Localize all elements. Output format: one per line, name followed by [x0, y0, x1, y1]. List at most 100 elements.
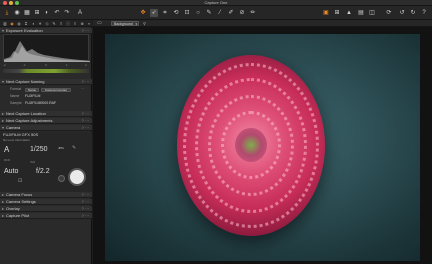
iso-value[interactable]: Auto — [4, 168, 18, 176]
main-toolbar: ⤓ ◉ ▦ ⊞ ◐ ↶ ↷ A ✥ ➶ ⌗ ⟲ ⊡ ○ ✎ ⁄ ✐ ⊘ ✏ ▣ … — [0, 6, 432, 20]
format-chip-name[interactable]: Name — [25, 87, 39, 92]
section-capture-pilot[interactable]: ▸ Capture Pilot ? ⋯ — [0, 213, 92, 219]
rotate-icon[interactable]: ⟲ — [172, 9, 180, 17]
compare-icon[interactable]: ◫ — [368, 9, 376, 17]
tab-batch-icon[interactable]: ≡ — [72, 21, 78, 26]
format-edit-icon[interactable]: ⋯ — [81, 87, 85, 92]
exposure-warning-icon[interactable]: ▲ — [345, 9, 353, 17]
pan-icon[interactable]: ✥ — [139, 9, 147, 17]
format-chip-counter[interactable]: Camera Counter — [41, 87, 71, 92]
expand-icon: ▸ — [2, 118, 5, 123]
section-menu-icon[interactable]: ? ⋯ — [82, 213, 89, 219]
expand-icon: ▸ — [2, 199, 5, 204]
tab-lens-icon[interactable]: ◍ — [16, 21, 22, 26]
collapse-icon: ▾ — [2, 125, 5, 130]
tab-local-icon[interactable]: ✎ — [51, 21, 57, 26]
section-menu-icon[interactable]: ? ⋯ — [82, 192, 89, 198]
undo-icon[interactable]: ↶ — [53, 9, 61, 17]
eraser-icon[interactable]: ✐ — [227, 9, 235, 17]
guides-icon[interactable]: ⊞ — [333, 9, 341, 17]
aperture-value[interactable]: f/2.2 — [36, 168, 50, 176]
section-menu-icon[interactable]: ? ⋯ — [82, 111, 89, 117]
flower-center — [235, 128, 267, 162]
flower-subject — [177, 55, 325, 236]
section-menu-icon[interactable]: ? ⋯ — [82, 199, 89, 205]
adjust-icon[interactable]: ◐ — [43, 9, 51, 17]
section-menu-icon[interactable]: ? ⋯ — [82, 118, 89, 124]
expand-icon: ▸ — [2, 213, 5, 218]
exposure-scale: -2 -1 0 1 2 — [3, 63, 87, 67]
sample-row: Sample FUJIFILM0000.RAF — [10, 101, 57, 105]
tab-detail-icon[interactable]: ◇ — [44, 21, 50, 26]
grid-icon[interactable]: ▣ — [322, 9, 330, 17]
shooting-mode[interactable]: A — [4, 146, 9, 154]
apply-icon[interactable]: ↻ — [409, 9, 417, 17]
tab-library-icon[interactable]: ▥ — [2, 21, 8, 26]
ev-value[interactable]: ±0.0 — [4, 158, 10, 162]
import-icon[interactable]: ⤓ — [3, 9, 11, 17]
help-icon[interactable]: ? — [420, 9, 428, 17]
section-next-capture-location[interactable]: ▸ Next Capture Location ? ⋯ — [0, 111, 92, 117]
brush-icon[interactable]: ⁄ — [216, 9, 224, 17]
tab-exposure-icon[interactable]: ☀ — [37, 21, 43, 26]
collapse-icon: ▾ — [2, 79, 5, 84]
image-viewer[interactable] — [93, 27, 432, 264]
shutter-speed[interactable]: 1/250 — [30, 146, 48, 154]
jpg-badge[interactable]: JPG — [58, 146, 64, 150]
tab-more-icon[interactable]: » — [86, 21, 92, 26]
tool-panel: ▾ Exposure Evaluation ? ⋯ -2 -1 0 1 2 ▾ … — [0, 27, 92, 264]
camera-model: FUJIFILM GFX 50S — [3, 132, 39, 137]
histogram-graph — [4, 41, 90, 62]
name-row: Name FUJIFILM — [10, 94, 41, 99]
section-menu-icon[interactable]: ? ⋯ — [82, 206, 89, 212]
viewer-mode-icon[interactable]: ▭ — [97, 20, 102, 27]
filter-icon[interactable]: ⚲ — [143, 20, 146, 27]
metering-icon[interactable]: ⊡ — [18, 179, 22, 184]
format-row: Format Name Camera Counter ⋯ — [10, 87, 85, 92]
tab-output-icon[interactable]: ⇪ — [58, 21, 64, 26]
expand-icon: ▸ — [2, 206, 5, 211]
keystone-icon[interactable]: ⊡ — [183, 9, 191, 17]
exposure-meter — [3, 69, 89, 73]
viewer-image[interactable] — [105, 34, 420, 261]
text-icon[interactable]: A — [76, 9, 84, 17]
section-next-capture-naming[interactable]: ▾ Next Capture Naming ? ⋯ — [0, 79, 92, 85]
histogram — [3, 34, 90, 62]
section-camera-settings[interactable]: ▸ Camera Settings ? ⋯ — [0, 199, 92, 205]
picker-icon[interactable]: ✎ — [205, 9, 213, 17]
tab-composition-icon[interactable]: ⌗ — [23, 21, 29, 26]
metadata-icon[interactable]: ⊞ — [33, 9, 41, 17]
copy-icon[interactable]: ↺ — [398, 9, 406, 17]
tool-tabs: ▥ ◉ ◍ ⌗ ◑ ☀ ◇ ✎ ⇪ ⓘ ≡ ⊕ » — [0, 20, 92, 27]
section-camera[interactable]: ▾ Camera ? ⋯ — [0, 125, 92, 131]
lens-info: No Lens Information — [3, 138, 31, 142]
proof-icon[interactable]: ▤ — [357, 9, 365, 17]
section-next-capture-adjustments[interactable]: ▸ Next Capture Adjustments ? ⋯ — [0, 118, 92, 124]
tab-metadata-icon[interactable]: ⓘ — [65, 21, 71, 26]
camera-icon[interactable]: ◉ — [13, 9, 21, 17]
background-select[interactable]: Background ▾ — [111, 21, 139, 26]
tab-styles-icon[interactable]: ⊕ — [79, 21, 85, 26]
viewer-toolbar: ▭ Background ▾ ⚲ — [93, 20, 432, 27]
section-overlay[interactable]: ▸ Overlay ? ⋯ — [0, 206, 92, 212]
gradient-icon[interactable]: ⊘ — [238, 9, 246, 17]
expand-icon: ▸ — [2, 192, 5, 197]
crop-icon[interactable]: ⌗ — [161, 9, 169, 17]
section-camera-focus[interactable]: ▸ Camera Focus ? ⋯ — [0, 192, 92, 198]
annotate-icon[interactable]: ✏ — [249, 9, 257, 17]
redo-icon[interactable]: ↷ — [63, 9, 71, 17]
section-menu-icon[interactable]: ? ⋯ — [82, 79, 89, 85]
spot-icon[interactable]: ○ — [194, 9, 202, 17]
focus-icon[interactable]: ⟳ — [385, 9, 393, 17]
cursor-icon[interactable]: ➶ — [150, 9, 158, 17]
live-view-button[interactable] — [58, 175, 65, 182]
iso-label: ISO — [30, 160, 36, 164]
tab-capture-icon[interactable]: ◉ — [9, 21, 15, 26]
name-field[interactable]: FUJIFILM — [25, 94, 40, 99]
section-menu-icon[interactable]: ? ⋯ — [82, 125, 89, 131]
wb-picker-icon[interactable]: ✎ — [72, 146, 76, 151]
capture-button[interactable] — [68, 168, 86, 186]
tab-color-icon[interactable]: ◑ — [30, 21, 36, 26]
chevron-down-icon: ▾ — [135, 22, 137, 26]
browser-icon[interactable]: ▦ — [23, 9, 31, 17]
